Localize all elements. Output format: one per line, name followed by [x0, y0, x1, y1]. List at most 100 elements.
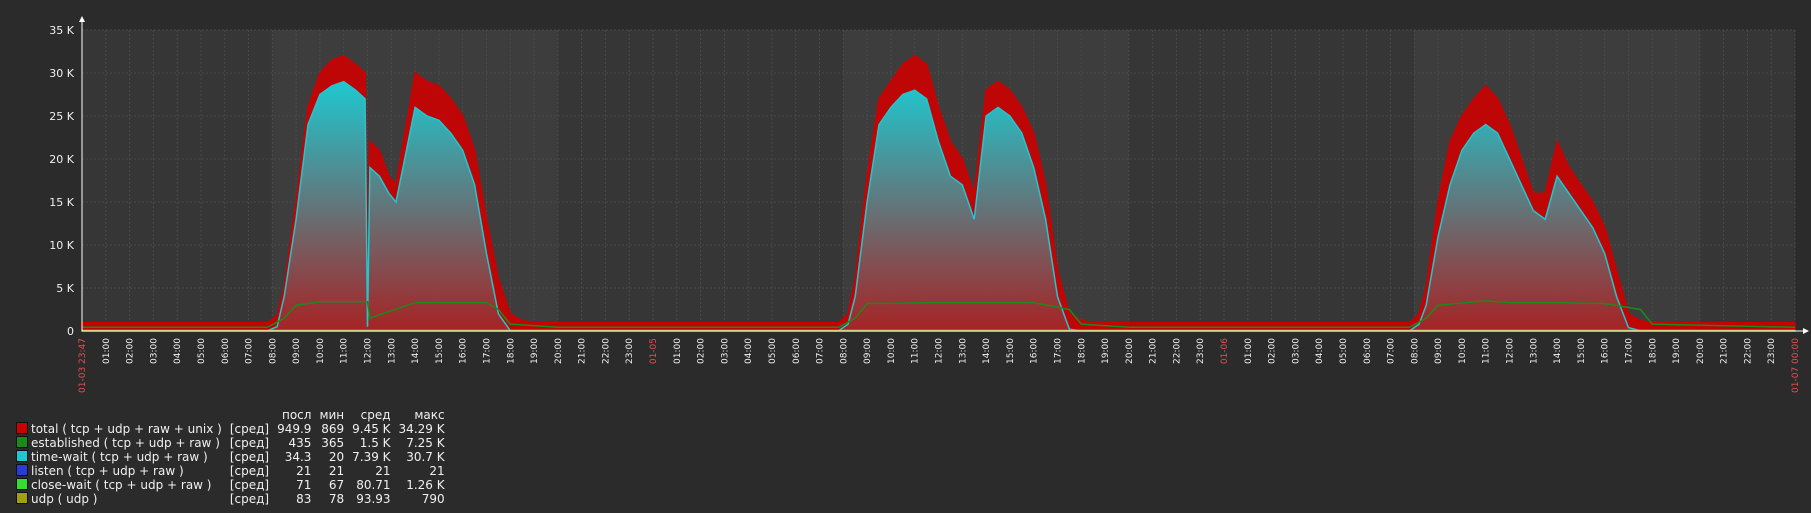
legend-last: 949.9 [277, 422, 312, 436]
x-tick-label: 17:00 [1625, 338, 1635, 364]
x-tick-label: 01-05 [649, 338, 659, 364]
legend-func: [сред] [229, 492, 270, 506]
x-tick-label: 03:00 [1291, 338, 1301, 364]
legend-row: close-wait ( tcp + udp + raw ) [сред] 71… [12, 478, 449, 492]
x-tick-label: 19:00 [1101, 338, 1111, 364]
x-tick-label: 18:00 [1077, 338, 1087, 364]
x-tick-label: 01:00 [1244, 338, 1254, 364]
x-tick-label: 18:00 [506, 338, 516, 364]
legend-row: time-wait ( tcp + udp + raw ) [сред] 34.… [12, 450, 449, 464]
x-tick-label: 23:00 [1196, 338, 1206, 364]
x-tick-label: 14:00 [982, 338, 992, 364]
legend-last: 435 [288, 436, 312, 450]
legend-avg: 80.71 [356, 478, 391, 492]
x-tick-label: 15:00 [1006, 338, 1016, 364]
x-tick-label: 11:00 [911, 338, 921, 364]
legend-header-row: посл мин сред макс [12, 408, 449, 422]
x-tick-label: 05:00 [768, 338, 778, 364]
legend-swatch [16, 464, 28, 476]
x-tick-label: 19:00 [530, 338, 540, 364]
x-tick-label: 10:00 [1458, 338, 1468, 364]
legend-swatch [16, 422, 28, 434]
legend-label: close-wait ( tcp + udp + raw ) [31, 478, 212, 492]
legend: посл мин сред макс total ( tcp + udp + r… [12, 408, 449, 506]
x-tick-label: 07:00 [245, 338, 255, 364]
x-tick-label: 03:00 [720, 338, 730, 364]
x-tick-label: 22:00 [1743, 338, 1753, 364]
legend-avg: 1.5 K [359, 436, 391, 450]
x-tick-label: 16:00 [1030, 338, 1040, 364]
legend-row: established ( tcp + udp + raw ) [сред] 4… [12, 436, 449, 450]
x-tick-label: 01-03 23:47 [78, 338, 88, 393]
legend-swatch [16, 450, 28, 462]
x-tick-label: 01-06 [1220, 338, 1230, 364]
legend-func: [сред] [229, 422, 270, 436]
legend-header-max: макс [414, 408, 445, 422]
x-tick-label: 14:00 [1553, 338, 1563, 364]
x-tick-label: 09:00 [863, 338, 873, 364]
x-tick-label: 02:00 [697, 338, 707, 364]
legend-max: 21 [429, 464, 445, 478]
legend-label: udp ( udp ) [31, 492, 98, 506]
x-tick-label: 19:00 [1672, 338, 1682, 364]
legend-swatch [16, 478, 28, 490]
legend-min: 869 [321, 422, 345, 436]
x-tick-label: 13:00 [1529, 338, 1539, 364]
legend-last: 83 [296, 492, 312, 506]
y-tick-label: 15 K [49, 196, 74, 209]
legend-max: 1.26 K [406, 478, 445, 492]
legend-row: udp ( udp ) [сред] 83 78 93.93 790 [12, 492, 449, 506]
x-tick-label: 06:00 [792, 338, 802, 364]
x-tick-label: 12:00 [935, 338, 945, 364]
x-tick-label: 09:00 [292, 338, 302, 364]
legend-last: 21 [296, 464, 312, 478]
legend-func: [сред] [229, 478, 270, 492]
x-tick-label: 12:00 [1506, 338, 1516, 364]
legend-swatch [16, 492, 28, 504]
x-tick-label: 01-07 00:00 [1791, 338, 1801, 393]
connections-chart: 0 5 K 10 K 15 K 20 K 25 K 30 K 35 K 01-03 23:47 0… [49, 16, 1809, 393]
legend-swatch [16, 436, 28, 448]
legend-last: 34.3 [284, 450, 312, 464]
legend-avg: 93.93 [356, 492, 391, 506]
x-tick-label: 23:00 [625, 338, 635, 364]
y-tick-label: 5 K [56, 282, 74, 295]
legend-header-avg: сред [360, 408, 391, 422]
legend-header-last: посл [281, 408, 312, 422]
x-tick-label: 13:00 [958, 338, 968, 364]
x-tick-label: 21:00 [1149, 338, 1159, 364]
x-tick-label: 03:00 [149, 338, 159, 364]
legend-func: [сред] [229, 436, 270, 450]
legend-label: total ( tcp + udp + raw + unix ) [31, 422, 222, 436]
x-tick-label: 04:00 [173, 338, 183, 364]
x-tick-label: 08:00 [839, 338, 849, 364]
x-tick-label: 22:00 [601, 338, 611, 364]
x-tick-label: 02:00 [1268, 338, 1278, 364]
y-axis-arrow [79, 16, 85, 22]
x-tick-label: 10:00 [316, 338, 326, 364]
x-tick-label: 05:00 [197, 338, 207, 364]
legend-min: 67 [328, 478, 345, 492]
legend-header-min: мин [319, 408, 345, 422]
x-tick-label: 11:00 [1482, 338, 1492, 364]
legend-label: listen ( tcp + udp + raw ) [31, 464, 184, 478]
x-tick-label: 04:00 [1315, 338, 1325, 364]
legend-avg: 21 [375, 464, 391, 478]
legend-avg: 9.45 K [352, 422, 391, 436]
legend-func: [сред] [229, 464, 270, 478]
x-tick-label: 20:00 [1125, 338, 1135, 364]
x-tick-label: 17:00 [1054, 338, 1064, 364]
y-tick-label: 0 [67, 325, 74, 338]
x-tick-label: 20:00 [1696, 338, 1706, 364]
x-tick-label: 01:00 [102, 338, 112, 364]
x-tick-label: 21:00 [1720, 338, 1730, 364]
y-tick-label: 25 K [49, 110, 74, 123]
x-tick-label: 13:00 [387, 338, 397, 364]
x-tick-label: 08:00 [1410, 338, 1420, 364]
legend-min: 20 [328, 450, 345, 464]
x-axis-arrow [1803, 328, 1809, 334]
x-tick-label: 15:00 [1577, 338, 1587, 364]
x-tick-label: 07:00 [1387, 338, 1397, 364]
legend-max: 30.7 K [406, 450, 445, 464]
legend-label: time-wait ( tcp + udp + raw ) [31, 450, 208, 464]
